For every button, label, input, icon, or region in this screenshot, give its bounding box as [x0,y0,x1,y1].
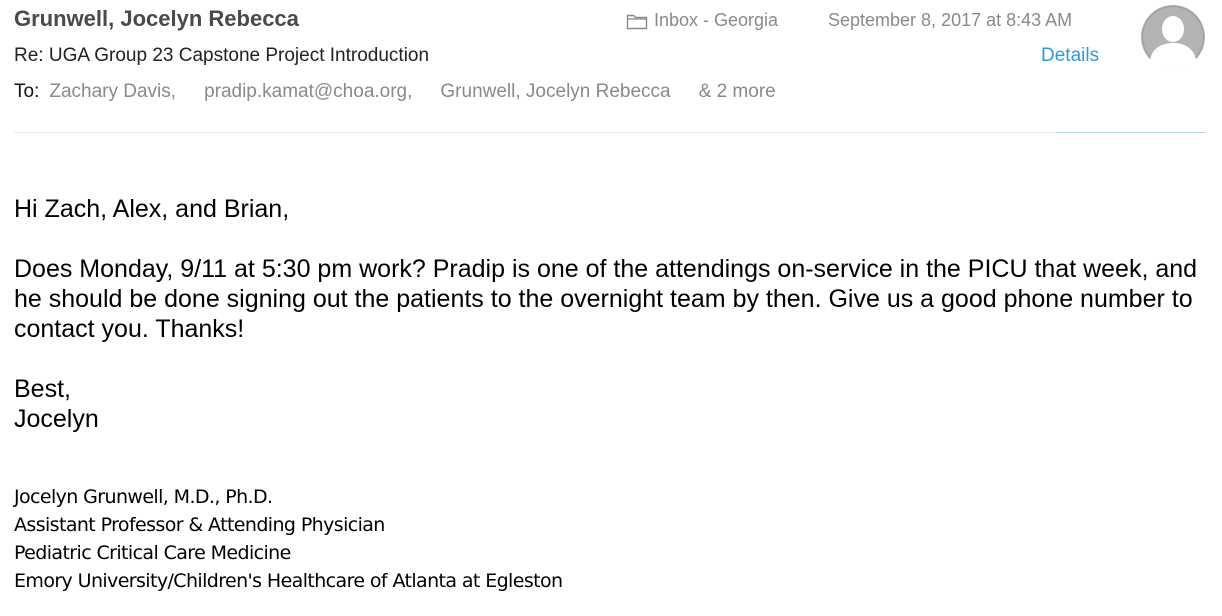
recipient-1[interactable]: Zachary Davis, [49,81,176,103]
closing: Best, [14,375,71,403]
header-divider-accent [1056,132,1206,133]
recipient-2[interactable]: pradip.kamat@choa.org, [204,81,412,103]
more-recipients-link[interactable]: & 2 more [699,81,776,103]
message-subject: Re: UGA Group 23 Capstone Project Introd… [14,45,430,66]
signature-institution: Emory University/Children's Healthcare o… [14,570,563,592]
to-label: To: [14,81,40,102]
sender-first-name: Jocelyn [14,405,99,433]
sender-name[interactable]: Grunwell, Jocelyn Rebecca [14,6,299,32]
body-paragraph: Does Monday, 9/11 at 5:30 pm work? Pradi… [14,255,1198,343]
header-divider [14,132,1206,133]
message-date: September 8, 2017 at 8:43 AM [828,10,1073,30]
mailbox-name: Inbox - Georgia [654,10,779,30]
person-silhouette-icon [1141,5,1205,69]
recipient-3[interactable]: Grunwell, Jocelyn Rebecca [440,81,670,103]
signature-department: Pediatric Critical Care Medicine [14,542,291,564]
signature-title: Assistant Professor & Attending Physicia… [14,514,385,536]
signature-name: Jocelyn Grunwell, M.D., Ph.D. [14,486,273,508]
folder-icon [626,12,648,30]
email-signature: Jocelyn Grunwell, M.D., Ph.D. Assistant … [14,483,563,595]
sender-avatar[interactable] [1140,4,1206,70]
greeting: Hi Zach, Alex, and Brian, [14,195,290,223]
message-body: Hi Zach, Alex, and Brian, Does Monday, 9… [14,194,1209,434]
mailbox-label[interactable]: Inbox - Georgia [626,10,778,31]
message-header: Grunwell, Jocelyn Rebecca Inbox - Georgi… [0,0,1222,135]
recipients-row: To: Zachary Davis, pradip.kamat@choa.org… [14,81,776,103]
details-link[interactable]: Details [1041,45,1099,67]
